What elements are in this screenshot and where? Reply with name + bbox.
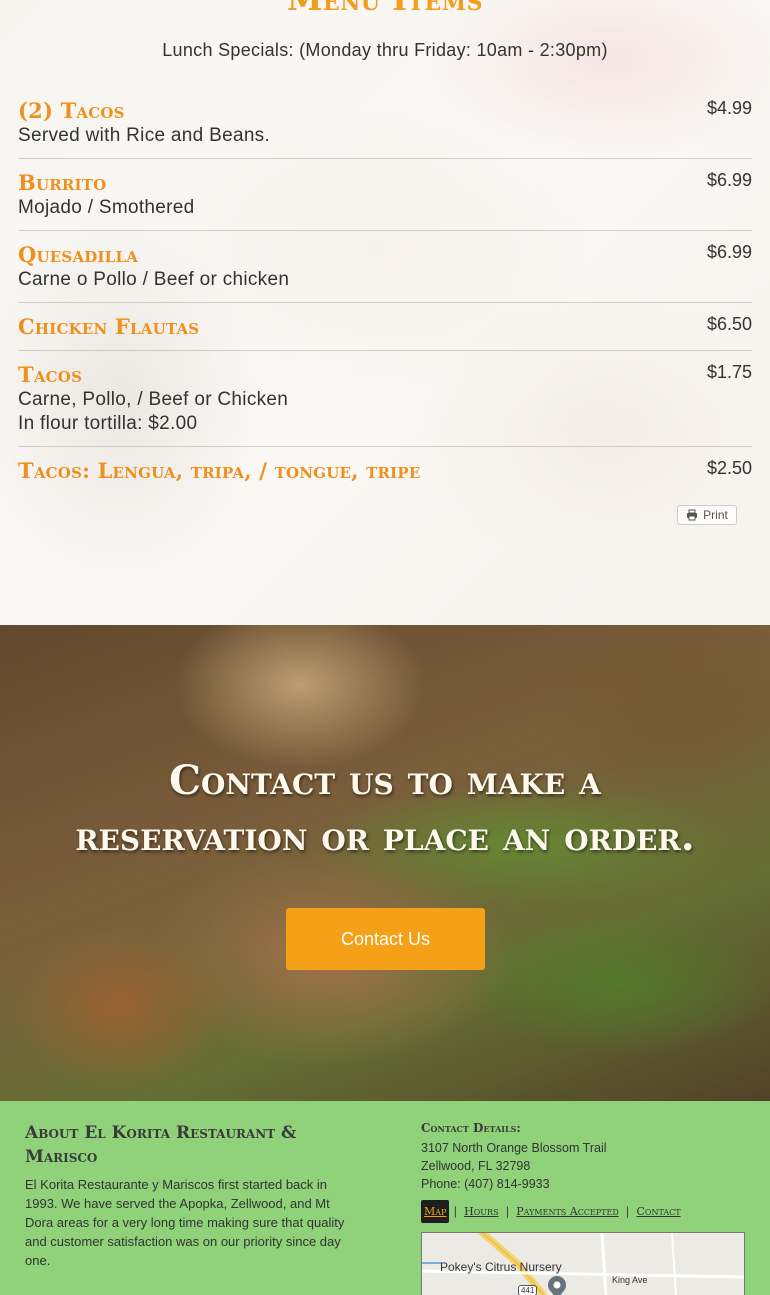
map-pin-icon xyxy=(548,1276,566,1295)
menu-item-description: Carne, Pollo, / Beef or Chicken xyxy=(18,389,289,410)
menu-item-description: Served with Rice and Beans. xyxy=(18,125,271,146)
tab-hours[interactable]: Hours xyxy=(461,1200,501,1223)
address-line-2: Zellwood, FL 32798 xyxy=(421,1159,531,1173)
tab-separator: | xyxy=(453,1205,458,1218)
menu-item-name: Chicken Flautas xyxy=(18,314,200,339)
menu-item-name: Tacos xyxy=(18,362,83,387)
menu-item-name: (2) Tacos xyxy=(18,98,125,123)
about-title: About El Korita Restaurant & Marisco xyxy=(25,1123,297,1167)
print-button-label: Print xyxy=(703,508,728,522)
menu-item-price: $6.99 xyxy=(706,170,752,190)
menu-item-price: $6.50 xyxy=(706,314,752,334)
tab-separator: | xyxy=(625,1205,630,1218)
menu-item: Tacos: Lengua, tripa, / tongue, tripe $2… xyxy=(18,458,752,488)
map-road-label: King Ave xyxy=(612,1275,648,1285)
about-text: El Korita Restaurante y Mariscos first s… xyxy=(25,1177,345,1268)
cta-heading-line1: Contact us to make a xyxy=(169,757,601,804)
menu-item-description: In flour tortilla: $2.00 xyxy=(18,413,198,434)
address-line-1: 3107 North Orange Blossom Trail xyxy=(421,1141,607,1155)
menu-item-description: Mojado / Smothered xyxy=(18,197,195,218)
menu-item-price: $4.99 xyxy=(706,98,752,118)
tab-map[interactable]: Map xyxy=(421,1200,450,1223)
lunch-specials-note: Lunch Specials: (Monday thru Friday: 10a… xyxy=(162,40,608,60)
tab-contact[interactable]: Contact xyxy=(633,1200,683,1223)
menu-section: Menu Items Lunch Specials: (Monday thru … xyxy=(0,0,770,625)
menu-item-price: $6.99 xyxy=(706,242,752,262)
menu-item: Chicken Flautas $6.50 xyxy=(18,314,752,351)
menu-item: Tacos Carne, Pollo, / Beef or Chicken In… xyxy=(18,362,752,447)
menu-heading: Menu Items xyxy=(0,0,770,18)
menu-item-name: Burrito xyxy=(18,170,107,195)
printer-icon xyxy=(687,509,698,521)
contact-us-button[interactable]: Contact Us xyxy=(286,908,485,970)
tab-separator: | xyxy=(505,1205,510,1218)
phone-number: Phone: (407) 814-9933 xyxy=(421,1177,550,1191)
menu-item-price: $1.75 xyxy=(706,362,752,382)
menu-item-description: Carne o Pollo / Beef or chicken xyxy=(18,269,290,290)
menu-item-name: Quesadilla xyxy=(18,242,139,267)
tab-payments-accepted[interactable]: Payments Accepted xyxy=(513,1200,621,1223)
print-button[interactable]: Print xyxy=(677,505,737,525)
menu-item: (2) Tacos Served with Rice and Beans. $4… xyxy=(18,98,752,159)
contact-details-title: Contact Details: xyxy=(421,1121,521,1135)
contact-cta-section: Contact us to make a reservation or plac… xyxy=(0,625,770,1101)
menu-item-name: Tacos: Lengua, tripa, / tongue, tripe xyxy=(18,458,421,483)
menu-item-price: $2.50 xyxy=(706,458,752,478)
route-shield: 441 xyxy=(518,1285,538,1295)
cta-heading: Contact us to make a reservation or plac… xyxy=(20,753,750,865)
location-map[interactable]: Pokey's Citrus Nursery King Ave 441 xyxy=(421,1232,745,1295)
footer: About El Korita Restaurant & Marisco El … xyxy=(0,1101,770,1295)
cta-heading-line2: reservation or place an order. xyxy=(75,813,695,860)
menu-item: Quesadilla Carne o Pollo / Beef or chick… xyxy=(18,242,752,303)
footer-tabs: Map | Hours | Payments Accepted | Contac… xyxy=(421,1200,684,1223)
map-place-label: Pokey's Citrus Nursery xyxy=(440,1260,562,1274)
menu-item: Burrito Mojado / Smothered $6.99 xyxy=(18,170,752,231)
